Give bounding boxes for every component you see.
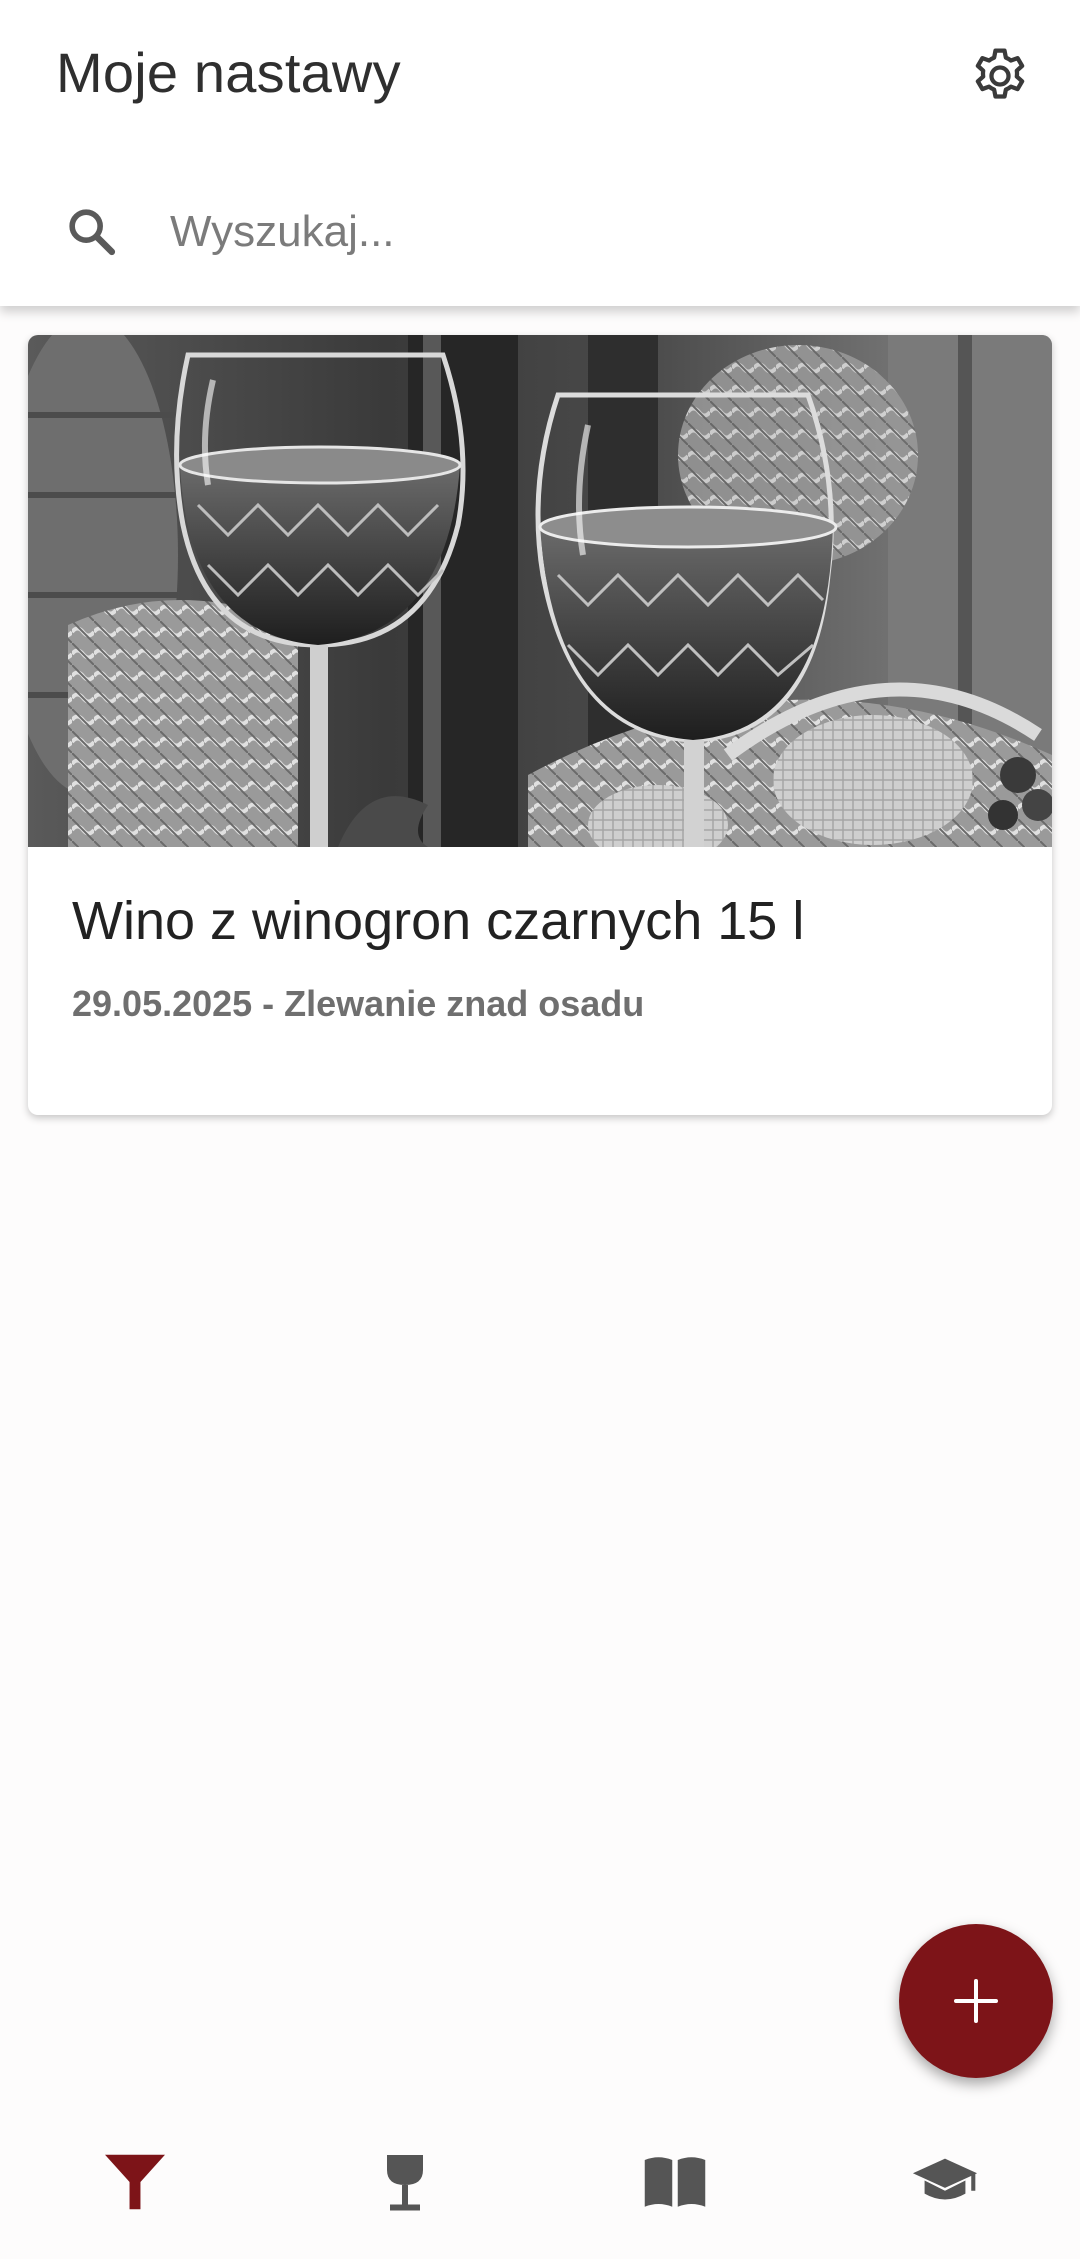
batch-status: 29.05.2025 - Zlewanie znad osadu: [72, 983, 645, 1024]
nav-item-recipes[interactable]: [540, 2104, 810, 2259]
search-input[interactable]: [170, 196, 1030, 268]
graduation-cap-icon: [912, 2158, 978, 2199]
nav-item-learn[interactable]: [810, 2104, 1080, 2259]
add-batch-button[interactable]: [899, 1924, 1053, 2078]
search-icon: [69, 209, 116, 256]
funnel-icon: [105, 2154, 165, 2209]
gear-icon: [975, 48, 1025, 99]
batch-card[interactable]: Wino z winogron czarnych 15 l 29.05.2025…: [28, 335, 1052, 1115]
app-screen: Moje nastawy Wyszukaj... Wino z winogron…: [0, 0, 1080, 2259]
nav-item-batches[interactable]: [0, 2104, 270, 2259]
bottom-navigation: [0, 2104, 1080, 2259]
search-bar: [0, 180, 1080, 280]
wine-glass-icon: [387, 2154, 423, 2210]
book-icon: [644, 2156, 706, 2207]
settings-button[interactable]: [960, 36, 1040, 116]
nav-item-wines[interactable]: [270, 2104, 540, 2259]
page-title: Moje nastawy: [56, 41, 401, 104]
plus-icon: [954, 1979, 998, 2023]
wine-glasses-photo: [28, 335, 1052, 847]
batch-title: Wino z winogron czarnych 15 l: [72, 891, 805, 951]
app-header: Moje nastawy: [0, 0, 1080, 306]
